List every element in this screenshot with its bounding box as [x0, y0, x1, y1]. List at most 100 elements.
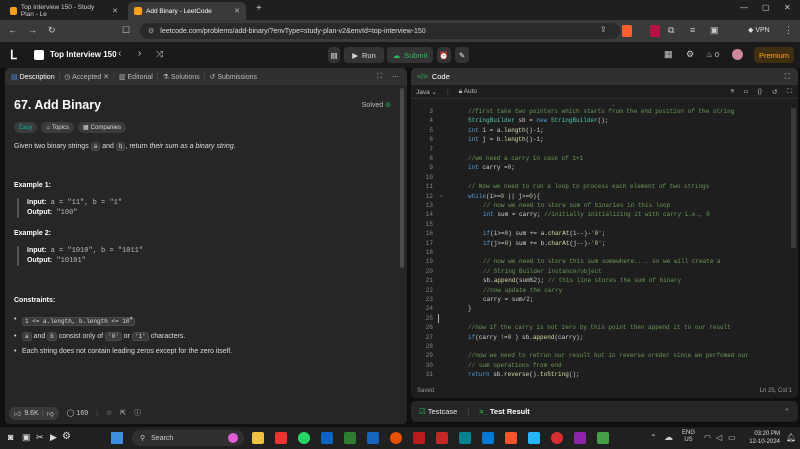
code-line[interactable]: 10: [411, 173, 798, 182]
code-line[interactable]: 26 //now if the carry is not zero by this…: [411, 323, 798, 332]
notes-icon[interactable]: ✎: [455, 47, 469, 63]
thumbs-down-icon[interactable]: 👎︎: [47, 409, 54, 418]
app-icon[interactable]: [574, 432, 586, 444]
notification-icon[interactable]: 🔔︎: [786, 433, 796, 442]
close-icon[interactable]: ✕: [103, 74, 109, 81]
auto-mode[interactable]: 🔒︎ Auto: [459, 88, 477, 96]
code-line[interactable]: 22 //now update the carry: [411, 286, 798, 295]
new-tab-button[interactable]: +: [256, 3, 262, 14]
layout-icon[interactable]: ▦: [664, 49, 673, 60]
share-icon[interactable]: ⇱: [120, 409, 126, 417]
app-icon[interactable]: [459, 432, 471, 444]
tab-accepted[interactable]: ◷ Accepted ✕: [64, 73, 109, 81]
expand-console-icon[interactable]: ⌃: [784, 407, 790, 416]
expand-icon[interactable]: ⛶: [787, 88, 792, 96]
code-line[interactable]: 20 // String Builder instance/object: [411, 267, 798, 276]
more-icon[interactable]: ⋮: [784, 25, 793, 36]
chevron-up-icon[interactable]: ⌃: [650, 433, 657, 442]
camera-icon[interactable]: ◙: [8, 432, 13, 442]
vpn-button[interactable]: ◆ VPN: [748, 26, 770, 34]
app-icon[interactable]: [528, 432, 540, 444]
avatar[interactable]: [732, 49, 743, 60]
panel-menu-icon[interactable]: ⋯: [392, 73, 399, 81]
code-line[interactable]: 23 carry = sum/2;: [411, 295, 798, 304]
help-icon[interactable]: ⓘ: [134, 408, 141, 418]
code-line[interactable]: 30 // sum operations from end: [411, 361, 798, 370]
app-icon[interactable]: [597, 432, 609, 444]
code-line[interactable]: 24}: [411, 304, 798, 313]
extension-icon[interactable]: [650, 25, 660, 37]
battery-icon[interactable]: ▭: [728, 433, 736, 442]
app-icon[interactable]: [275, 432, 287, 444]
streak-counter[interactable]: ♨ 0: [706, 50, 719, 59]
scrollbar[interactable]: [791, 108, 796, 248]
star-icon[interactable]: ☆: [106, 409, 112, 417]
comments-button[interactable]: ◯ 169: [67, 409, 88, 417]
site-info-icon[interactable]: ⚙: [148, 27, 154, 35]
code-line[interactable]: 17 if(j>=0) sum += b.charAt(j--)-'0';: [411, 239, 798, 248]
vscode-icon[interactable]: [482, 432, 494, 444]
url-field[interactable]: ⚙ leetcode.com/problems/add-binary/?envT…: [140, 23, 620, 39]
drag-handle-icon[interactable]: ⌄: [611, 101, 616, 108]
code-line[interactable]: 11 // Now we need to run a loop to proces…: [411, 182, 798, 191]
bookmark-icon[interactable]: ⌑: [744, 88, 747, 96]
companies-tag[interactable]: ▦ Companies: [77, 122, 127, 133]
search-box[interactable]: ⚲ Search: [132, 430, 244, 446]
submit-button[interactable]: ☁ Submit: [387, 47, 433, 63]
bookmark-icon[interactable]: ☐: [122, 25, 130, 36]
extensions-icon[interactable]: ⧉: [668, 25, 674, 36]
premium-button[interactable]: Premium: [754, 47, 794, 63]
code-line[interactable]: 25: [411, 314, 798, 323]
share-icon[interactable]: ⇪: [600, 25, 607, 34]
debug-icon[interactable]: ▤: [328, 47, 340, 63]
code-line[interactable]: 15: [411, 220, 798, 229]
problem-list-title[interactable]: Top Interview 150: [50, 50, 117, 59]
clock[interactable]: 03:20 PM 12-10-2024: [744, 430, 780, 446]
app-icon[interactable]: [413, 432, 425, 444]
cloud-icon[interactable]: ☁: [664, 432, 673, 443]
code-line[interactable]: 9 int carry =0;: [411, 163, 798, 172]
code-editor[interactable]: 3 //first take two pointers which starts …: [411, 105, 798, 383]
code-line[interactable]: 19 // now we need to store this sum somew…: [411, 257, 798, 266]
code-line[interactable]: 6 int j = b.length()-1;: [411, 135, 798, 144]
next-problem-icon[interactable]: ›: [138, 48, 141, 59]
testcase-tab[interactable]: ☑ Testcase: [419, 407, 457, 416]
code-line[interactable]: 7: [411, 145, 798, 154]
code-line[interactable]: 27 if(carry !=0 ) sb.append(carry);: [411, 333, 798, 342]
volume-icon[interactable]: ◁: [716, 433, 722, 442]
close-icon[interactable]: ✕: [112, 7, 118, 15]
code-line[interactable]: 5 int i = a.length()-1;: [411, 126, 798, 135]
alarm-icon[interactable]: ⏰: [437, 47, 451, 63]
code-line[interactable]: 18: [411, 248, 798, 257]
code-line[interactable]: 3 //first take two pointers which starts …: [411, 107, 798, 116]
video-icon[interactable]: ▶: [50, 432, 57, 443]
prev-problem-icon[interactable]: ‹: [118, 48, 121, 59]
minimize-icon[interactable]: —: [740, 3, 748, 12]
format-icon[interactable]: ≡: [731, 88, 735, 95]
shuffle-icon[interactable]: ⤨: [156, 49, 163, 60]
browser-tab-add-binary[interactable]: Add Binary - LeetCode ✕: [128, 2, 246, 20]
brave-icon[interactable]: [505, 432, 517, 444]
wallet-icon[interactable]: ▣: [710, 25, 719, 36]
reset-icon[interactable]: ↺: [772, 88, 777, 96]
menu-icon[interactable]: ≡: [690, 25, 695, 35]
code-line[interactable]: 4 StringBuilder sb = new StringBuilder();: [411, 116, 798, 125]
photos-icon[interactable]: ▣: [22, 432, 31, 443]
braces-icon[interactable]: {}: [758, 88, 762, 95]
tab-submissions[interactable]: ↺ Submissions: [210, 73, 258, 81]
forward-icon[interactable]: →: [28, 25, 37, 35]
language-select[interactable]: Java ⌄: [416, 88, 437, 96]
tab-description[interactable]: ▤ Description: [11, 73, 55, 81]
close-icon[interactable]: ✕: [234, 7, 240, 15]
maximize-panel-icon[interactable]: ⛶: [377, 73, 382, 81]
app-icon[interactable]: [551, 432, 563, 444]
brave-shield-icon[interactable]: [622, 25, 632, 37]
browser-tab-study-plan[interactable]: Top Interview 150 - Study Plan - Le ✕: [4, 2, 124, 20]
maximize-panel-icon[interactable]: ⛶: [785, 72, 790, 82]
snipping-icon[interactable]: ✂: [36, 432, 44, 443]
topics-tag[interactable]: ⌂ Topics: [41, 122, 74, 133]
code-line[interactable]: 29 //now we need to retrun our result but…: [411, 351, 798, 360]
settings-icon[interactable]: ⚙: [686, 49, 694, 60]
app-icon[interactable]: [436, 432, 448, 444]
code-line[interactable]: 31 return sb.reverse().toString();: [411, 370, 798, 379]
